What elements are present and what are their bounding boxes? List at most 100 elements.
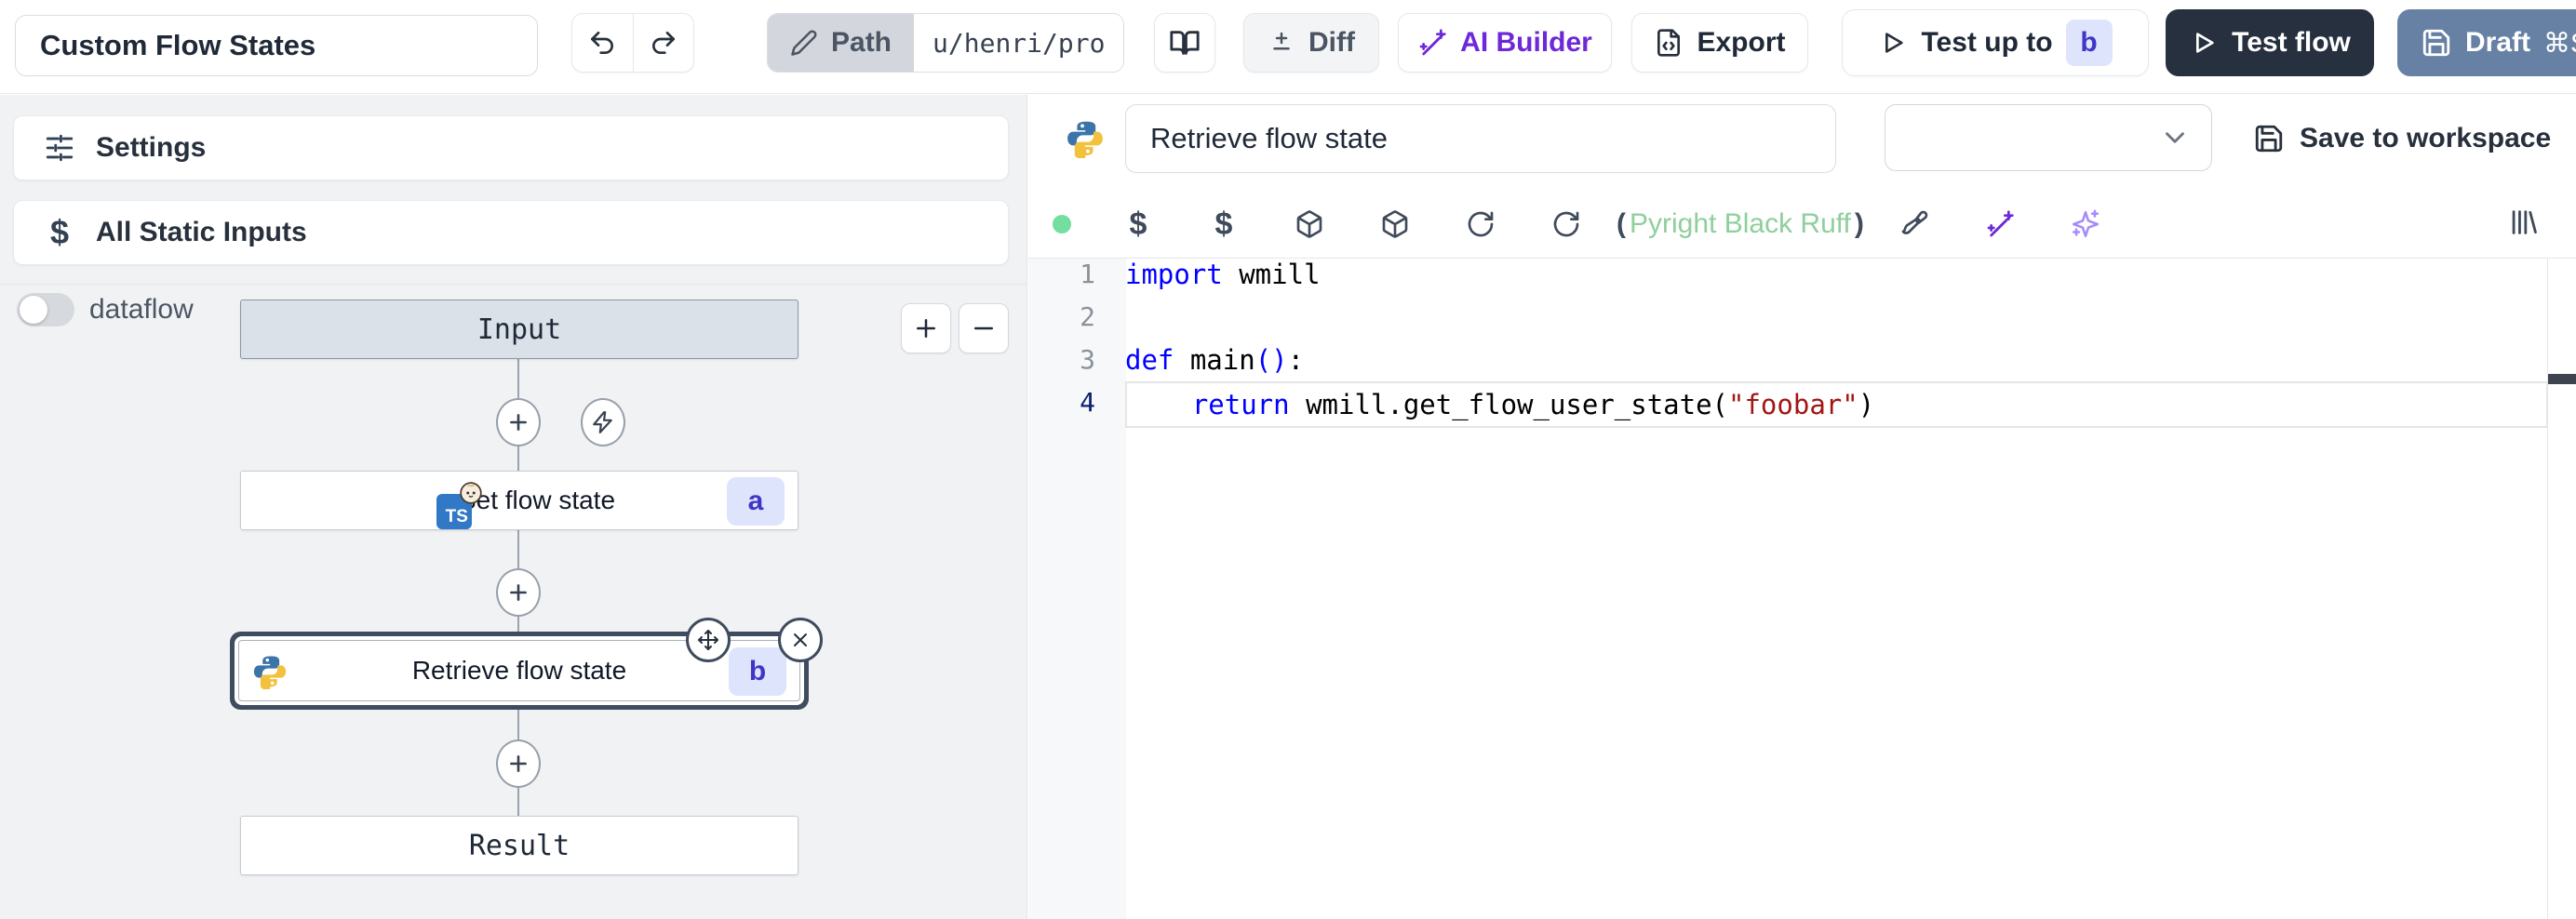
- delete-step-button[interactable]: [778, 618, 823, 662]
- draft-label: Draft: [2465, 27, 2530, 59]
- chevron-down-icon: [2159, 122, 2191, 153]
- test-up-to-step-badge: b: [2066, 20, 2113, 66]
- graph-node-set-flow-state[interactable]: TS Set flow state a: [240, 471, 798, 530]
- ai-wand-icon[interactable]: [1957, 209, 2043, 239]
- move-step-button[interactable]: [686, 618, 731, 662]
- save-to-workspace-label: Save to workspace: [2300, 123, 2551, 154]
- undo-icon: [587, 28, 617, 58]
- insert-step-button-3[interactable]: [496, 739, 541, 788]
- zap-icon: [591, 410, 615, 434]
- editor-toolbar: $ $ (Pyright Black Ruff): [1028, 191, 2576, 259]
- editor-overview-ruler[interactable]: [2547, 259, 2548, 919]
- toggle-knob: [20, 296, 47, 324]
- redo-button[interactable]: [634, 14, 694, 72]
- ai-builder-label: AI Builder: [1460, 27, 1592, 59]
- line-number-2: 2: [1028, 296, 1095, 339]
- input-node-label: Input: [477, 313, 561, 346]
- result-node-label: Result: [469, 830, 570, 862]
- test-flow-label: Test flow: [2232, 27, 2351, 59]
- zoom-out-button[interactable]: [959, 303, 1009, 353]
- diff-label: Diff: [1308, 27, 1355, 59]
- book-open-icon: [1169, 27, 1201, 59]
- library-icon[interactable]: [2507, 206, 2539, 238]
- plus-icon: [912, 314, 940, 342]
- line-number-1: 1: [1028, 253, 1095, 296]
- minus-icon: [970, 314, 998, 342]
- save-to-workspace-button[interactable]: Save to workspace: [2253, 115, 2551, 162]
- undo-button[interactable]: [572, 14, 634, 72]
- diff-button[interactable]: Diff: [1243, 13, 1379, 73]
- docs-button[interactable]: [1154, 13, 1215, 73]
- dollar-icon: $: [44, 213, 75, 252]
- flow-graph-panel: Settings $ All Static Inputs dataflow In…: [0, 95, 1027, 919]
- graph-node-input[interactable]: Input: [240, 300, 798, 359]
- move-icon: [697, 629, 719, 651]
- step-b-badge: b: [729, 647, 786, 696]
- format-brush-icon[interactable]: [1872, 209, 1957, 239]
- step-name-input[interactable]: Retrieve flow state: [1125, 104, 1836, 173]
- code-line-1[interactable]: import wmill: [1125, 253, 2548, 296]
- edit-path-button[interactable]: Path: [768, 14, 914, 72]
- close-icon: [789, 629, 812, 651]
- flow-title: Custom Flow States: [40, 29, 315, 62]
- diff-icon: [1268, 29, 1295, 57]
- draft-save-button[interactable]: Draft ⌘S: [2397, 9, 2576, 76]
- retrieve-flow-state-label: Retrieve flow state: [412, 656, 626, 686]
- variable-picker-icon[interactable]: $: [1095, 206, 1181, 243]
- save-icon: [2253, 123, 2285, 154]
- path-label: Path: [831, 27, 892, 59]
- settings-label: Settings: [96, 132, 206, 164]
- settings-row[interactable]: Settings: [13, 115, 1009, 180]
- step-editor-panel: Retrieve flow state Save to workspace $ …: [1028, 95, 2576, 919]
- test-up-to-button[interactable]: Test up to b: [1842, 9, 2149, 76]
- draft-shortcut: ⌘S: [2543, 27, 2576, 60]
- reload-icon[interactable]: [1523, 209, 1609, 239]
- redo-icon: [649, 28, 678, 58]
- trigger-button[interactable]: [581, 398, 625, 446]
- insert-step-button-1[interactable]: [496, 398, 541, 446]
- step-a-badge: a: [727, 477, 785, 526]
- status-dot-icon: [1028, 213, 1095, 235]
- wand-sparkles-icon: [1417, 28, 1447, 58]
- export-label: Export: [1697, 27, 1785, 59]
- panel-separator: [0, 284, 1027, 285]
- editor-gutter: 1234: [1028, 253, 1095, 424]
- insert-step-button-2[interactable]: [496, 568, 541, 617]
- path-value[interactable]: u/henri/pro: [914, 14, 1123, 72]
- flow-summary-input[interactable]: Custom Flow States: [15, 15, 538, 76]
- path-group: Path u/henri/pro: [767, 13, 1124, 73]
- file-code-icon: [1654, 28, 1684, 58]
- sliders-icon: [44, 132, 75, 164]
- dataflow-toggle[interactable]: [17, 293, 74, 326]
- resource-picker-icon[interactable]: $: [1181, 206, 1267, 243]
- code-line-4[interactable]: return wmill.get_flow_user_state("foobar…: [1125, 381, 2548, 428]
- all-static-inputs-row[interactable]: $ All Static Inputs: [13, 200, 1009, 265]
- package-icon[interactable]: [1352, 209, 1438, 239]
- export-button[interactable]: Export: [1631, 13, 1808, 73]
- test-up-to-label: Test up to: [1921, 27, 2052, 59]
- cursor-position-marker: [2548, 374, 2576, 384]
- line-number-3: 3: [1028, 339, 1095, 381]
- graph-node-result[interactable]: Result: [240, 816, 798, 875]
- test-flow-button[interactable]: Test flow: [2166, 9, 2374, 76]
- undo-redo-group: [571, 13, 694, 73]
- line-number-4: 4: [1028, 381, 1095, 424]
- editor-lines[interactable]: import wmill def main(): return wmill.get…: [1125, 253, 2548, 428]
- play-icon: [2189, 28, 2219, 58]
- tag-select[interactable]: [1885, 104, 2212, 171]
- step-name-value: Retrieve flow state: [1150, 122, 1388, 155]
- play-icon: [1878, 28, 1908, 58]
- ai-builder-button[interactable]: AI Builder: [1398, 13, 1612, 73]
- python-icon: [1066, 119, 1105, 158]
- code-assistants-status: (Pyright Black Ruff): [1609, 208, 1872, 240]
- code-line-3[interactable]: def main():: [1125, 339, 2548, 381]
- ai-sparkles-icon[interactable]: [2043, 208, 2128, 240]
- dataflow-label: dataflow: [89, 293, 194, 326]
- code-line-2[interactable]: [1125, 296, 2548, 339]
- python-icon: [252, 654, 288, 689]
- typescript-icon: TS: [436, 494, 472, 529]
- zoom-in-button[interactable]: [901, 303, 951, 353]
- package-icon[interactable]: [1267, 209, 1352, 239]
- reload-icon[interactable]: [1438, 209, 1523, 239]
- ts-icon-label: TS: [446, 507, 468, 527]
